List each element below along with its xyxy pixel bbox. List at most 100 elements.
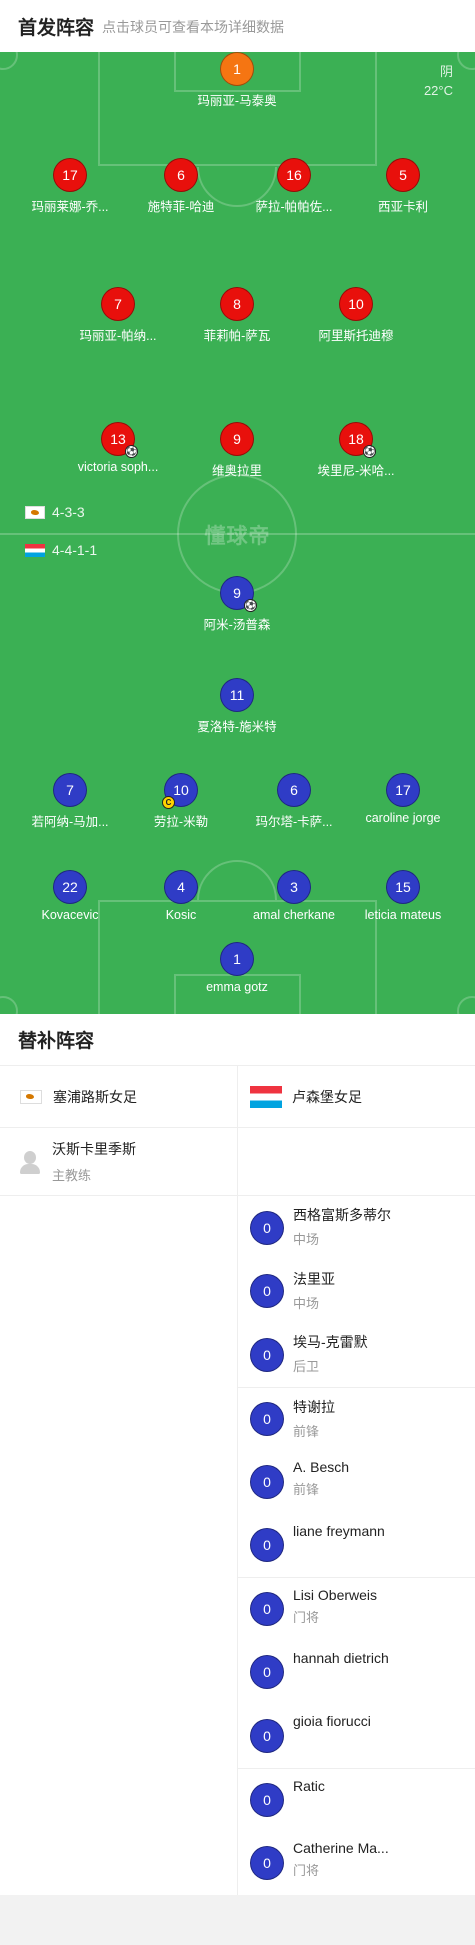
sub-player[interactable]: 0 gioia fiorucci: [238, 1704, 475, 1768]
sub-player-number: 0: [250, 1464, 284, 1499]
player-away-4[interactable]: 4 Kosic: [131, 870, 231, 922]
sub-player-number: 0: [250, 1845, 284, 1880]
sub-player[interactable]: 0 A. Besch 前锋: [238, 1450, 475, 1514]
player-away-7[interactable]: 7 若阿纳-马加...: [20, 773, 120, 830]
sub-player-name: gioia fiorucci: [293, 1713, 371, 1729]
sub-player-name: 西格富斯多蒂尔: [293, 1207, 391, 1223]
sub-player[interactable]: 0 Catherine Ma... 门将: [238, 1831, 475, 1895]
player-away-1[interactable]: 1 emma gotz: [187, 942, 287, 994]
player-name: 玛丽莱娜-乔...: [31, 200, 109, 214]
player-name: amal cherkane: [253, 908, 335, 922]
player-name: 菲莉帕-萨瓦: [203, 329, 271, 343]
player-name: Kosic: [165, 908, 197, 922]
player-number: 22: [53, 870, 87, 904]
weather-info: 阴 22°C: [424, 62, 453, 100]
substitutes-section: 替补阵容 塞浦路斯女足 沃斯卡里季斯 主教练 卢森堡女足 0 西格富斯多蒂尔 中…: [0, 1014, 475, 1895]
player-name: Kovacevic: [41, 908, 99, 922]
player-number: 4: [164, 870, 198, 904]
player-name: 维奥拉里: [211, 464, 262, 478]
away-subs-column: 卢森堡女足 0 西格富斯多蒂尔 中场 0 法里亚 中场 0 埃马-克雷默 后卫 0 特…: [237, 1066, 475, 1895]
player-number: 6: [277, 773, 311, 807]
sub-player[interactable]: 0 Lisi Oberweis 门将: [238, 1577, 475, 1641]
player-name: leticia mateus: [364, 908, 442, 922]
substitutes-title: 替补阵容: [0, 1014, 475, 1066]
player-name: 玛丽亚-马泰奥: [197, 94, 277, 108]
lineup-hint: 点击球员可查看本场详细数据: [102, 19, 285, 35]
away-coach-placeholder: [238, 1128, 475, 1196]
player-name: 阿里斯托迪穆: [318, 329, 394, 343]
player-number: 10: [339, 287, 373, 321]
sub-player-name: Ratic: [293, 1777, 325, 1794]
goal-ball-icon: ⚽: [244, 599, 257, 612]
goal-ball-icon: ⚽: [363, 445, 376, 458]
player-away-22[interactable]: 22 Kovacevic: [20, 870, 120, 922]
player-home-9[interactable]: 9 维奥拉里: [187, 422, 287, 479]
sub-player-number: 0: [250, 1337, 284, 1372]
player-home-7[interactable]: 7 玛丽亚-帕纳...: [68, 287, 168, 344]
sub-player-position: 前锋: [293, 1482, 320, 1497]
sub-player-number: 0: [250, 1782, 284, 1817]
player-home-16[interactable]: 16 萨拉-帕帕佐...: [244, 158, 344, 215]
sub-player-position: 门将: [293, 1863, 320, 1878]
player-home-17[interactable]: 17 玛丽莱娜-乔...: [20, 158, 120, 215]
sub-player[interactable]: 0 Ratic: [238, 1767, 475, 1832]
player-away-9[interactable]: 9 ⚽ 阿米-汤普森: [187, 576, 287, 633]
sub-player[interactable]: 0 埃马-克雷默 后卫: [238, 1323, 475, 1387]
player-away-11[interactable]: 11 夏洛特-施米特: [187, 678, 287, 735]
sub-player-position: 门将: [293, 1610, 320, 1625]
player-name: 夏洛特-施米特: [197, 720, 277, 734]
player-name: 若阿纳-马加...: [31, 815, 109, 829]
player-away-17[interactable]: 17 caroline jorge: [353, 773, 453, 825]
sub-player[interactable]: 0 特谢拉 前锋: [238, 1386, 475, 1451]
player-number: 10 C: [162, 773, 198, 809]
player-number: 3: [277, 870, 311, 904]
weather-temperature: 22°C: [423, 83, 453, 98]
pitch: 懂球帝 阴 22°C 4-3-3 4-4-1-1 1 玛丽亚-马泰奥 17 玛丽…: [0, 52, 475, 1014]
player-home-13[interactable]: 13 ⚽ victoria soph...: [68, 422, 168, 474]
sub-player[interactable]: 0 hannah dietrich: [238, 1641, 475, 1705]
player-name: 埃里尼-米哈...: [317, 464, 395, 478]
player-away-10[interactable]: 10 C 劳拉-米勒: [131, 773, 231, 830]
sub-player-name: 法里亚: [293, 1270, 335, 1287]
player-away-15[interactable]: 15 leticia mateus: [353, 870, 453, 922]
sub-player-name: hannah dietrich: [293, 1649, 389, 1666]
sub-player-position: 前锋: [293, 1423, 320, 1439]
corner-arc: [0, 52, 18, 70]
player-home-8[interactable]: 8 菲莉帕-萨瓦: [187, 287, 287, 344]
player-number: 6: [164, 158, 198, 192]
away-formation-label: 4-4-1-1: [52, 542, 98, 558]
player-number: 18 ⚽: [339, 422, 376, 458]
player-number: 11: [220, 678, 254, 712]
sub-player[interactable]: 0 liane freymann: [238, 1514, 475, 1578]
sub-player-name: Catherine Ma...: [293, 1840, 389, 1856]
captain-badge-icon: C: [162, 796, 175, 809]
sub-player-number: 0: [250, 1274, 284, 1309]
home-formation: 4-3-3: [25, 504, 85, 520]
player-away-6[interactable]: 6 玛尔塔-卡萨...: [244, 773, 344, 830]
coach-role: 主教练: [52, 1168, 92, 1183]
player-number: 9: [220, 422, 254, 456]
sub-player[interactable]: 0 西格富斯多蒂尔 中场: [238, 1196, 475, 1260]
player-away-3[interactable]: 3 amal cherkane: [244, 870, 344, 922]
player-name: 劳拉-米勒: [153, 815, 209, 829]
player-home-18[interactable]: 18 ⚽ 埃里尼-米哈...: [306, 422, 406, 479]
home-team-name: 塞浦路斯女足: [53, 1088, 137, 1105]
player-number: 5: [386, 158, 420, 192]
sub-player[interactable]: 0 法里亚 中场: [238, 1260, 475, 1324]
corner-arc: [457, 52, 475, 70]
page-footer: [0, 1894, 475, 1945]
sub-player-name: Lisi Oberweis: [293, 1587, 378, 1603]
player-name: 玛丽亚-帕纳...: [79, 329, 157, 343]
player-home-6[interactable]: 6 施特菲-哈迪: [131, 158, 231, 215]
corner-arc: [0, 996, 18, 1014]
player-home-10[interactable]: 10 阿里斯托迪穆: [306, 287, 406, 344]
coach-name: 沃斯卡里季斯: [52, 1141, 136, 1157]
player-home-1[interactable]: 1 玛丽亚-马泰奥: [187, 52, 287, 109]
home-coach[interactable]: 沃斯卡里季斯 主教练: [0, 1128, 237, 1196]
player-number: 1: [220, 52, 254, 86]
player-number: 8: [220, 287, 254, 321]
player-number: 17: [386, 773, 420, 807]
player-home-5[interactable]: 5 西亚卡利: [353, 158, 453, 215]
cyprus-flag-icon: [20, 1089, 42, 1104]
lineup-title: 首发阵容: [18, 17, 95, 39]
